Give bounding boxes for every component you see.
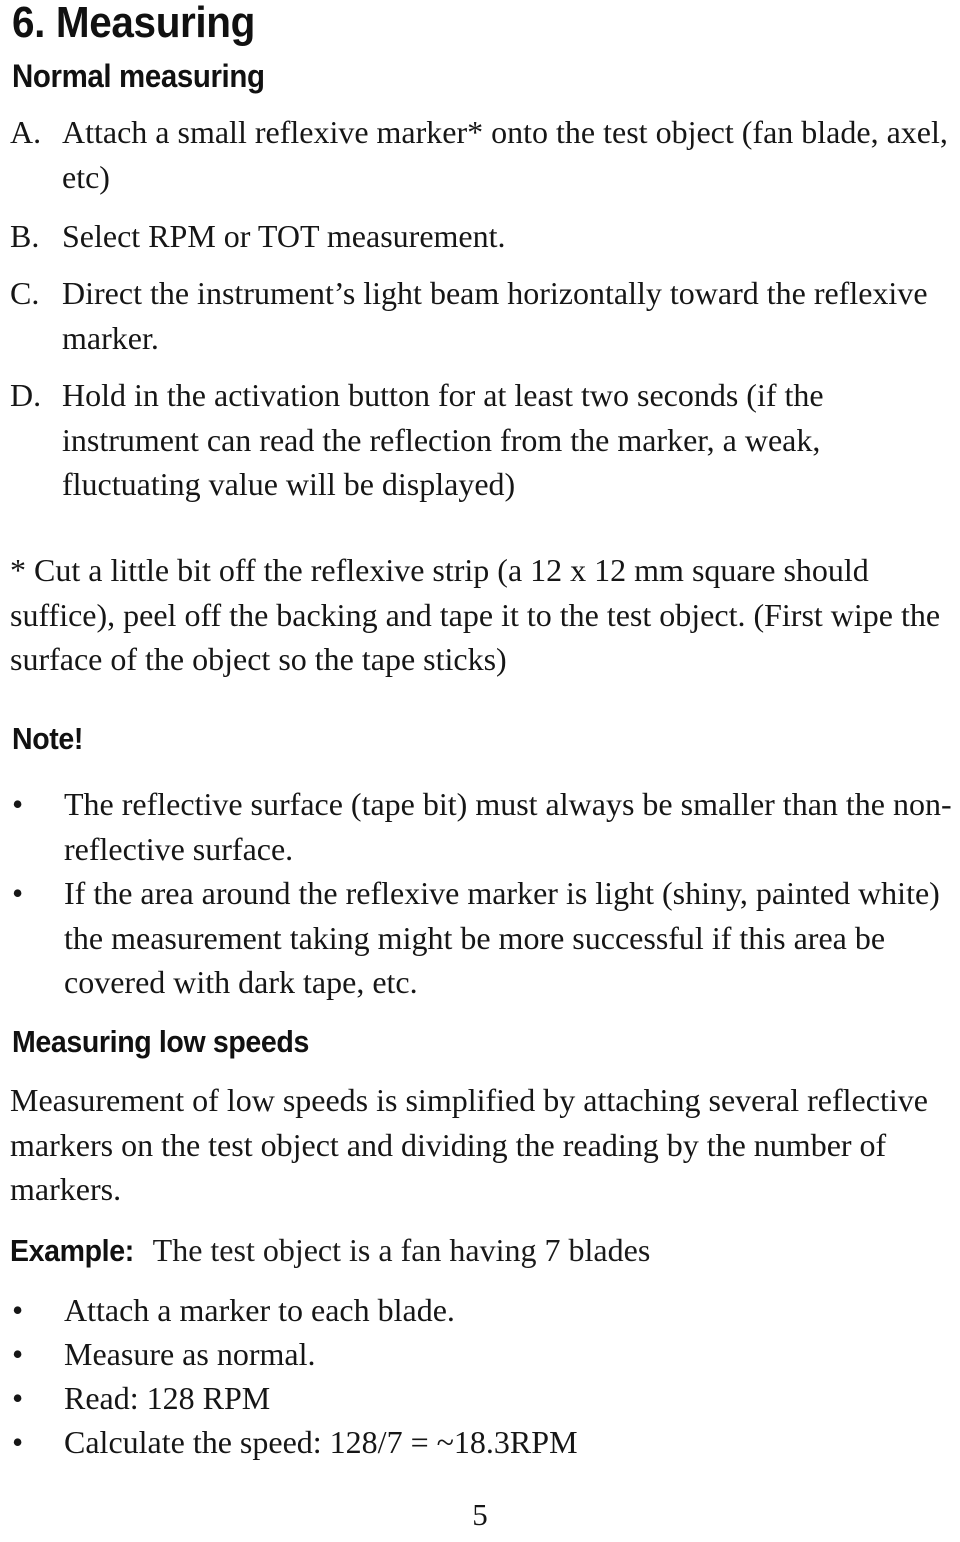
bullet-icon: • xyxy=(12,786,24,822)
example-list-item-1: • Attach a marker to each blade. xyxy=(10,1288,954,1333)
step-text-b: Select RPM or TOT measurement. xyxy=(62,218,506,254)
example-list-item-3-text: Read: 128 RPM xyxy=(64,1380,271,1416)
example-intro-text: The test object is a fan having 7 blades xyxy=(152,1232,651,1268)
note-list-item-1-text: The reflective surface (tape bit) must a… xyxy=(64,786,952,867)
bullet-icon: • xyxy=(12,1380,24,1416)
list-item-step-b: B. Select RPM or TOT measurement. xyxy=(10,214,954,259)
example-list-item-2-text: Measure as normal. xyxy=(64,1336,316,1372)
page-title: 6. Measuring xyxy=(12,0,256,47)
list-item-step-a: A. Attach a small reflexive marker* onto… xyxy=(10,110,954,199)
step-text-d: Hold in the activation button for at lea… xyxy=(62,377,824,502)
footnote-paragraph: * Cut a little bit off the reflexive str… xyxy=(10,552,941,677)
section-heading-measuring-low-speeds: Measuring low speeds xyxy=(12,1024,309,1059)
note-heading: Note! xyxy=(12,721,84,756)
example-list-item-2: • Measure as normal. xyxy=(10,1332,954,1377)
low-speeds-paragraph: Measurement of low speeds is simplified … xyxy=(10,1082,928,1207)
bullet-icon: • xyxy=(12,1336,24,1372)
bullet-icon: • xyxy=(12,1292,24,1328)
note-list-item-2: • If the area around the reflexive marke… xyxy=(10,871,954,1005)
list-item-step-d: D. Hold in the activation button for at … xyxy=(10,373,954,507)
bullet-icon: • xyxy=(12,1424,24,1460)
step-marker-b: B. xyxy=(10,218,40,254)
example-intro-line: Example: The test object is a fan having… xyxy=(10,1232,958,1269)
page-number: 5 xyxy=(472,1497,488,1532)
example-label: Example: xyxy=(10,1233,134,1268)
list-item-step-c: C. Direct the instrument’s light beam ho… xyxy=(10,271,954,360)
bullet-icon: • xyxy=(12,875,24,911)
step-text-c: Direct the instrument’s light beam horiz… xyxy=(62,275,928,356)
note-list-item-2-text: If the area around the reflexive marker … xyxy=(64,875,940,1000)
note-list-item-1: • The reflective surface (tape bit) must… xyxy=(10,782,954,871)
section-heading-normal-measuring: Normal measuring xyxy=(12,58,265,94)
example-list-item-3: • Read: 128 RPM xyxy=(10,1376,954,1421)
step-text-a: Attach a small reflexive marker* onto th… xyxy=(62,114,948,195)
document-page: 6. Measuring Normal measuring A. Attach … xyxy=(0,0,960,1542)
example-list-item-4: • Calculate the speed: 128/7 = ~18.3RPM xyxy=(10,1420,954,1465)
example-list-item-4-text: Calculate the speed: 128/7 = ~18.3RPM xyxy=(64,1424,578,1460)
example-list-item-1-text: Attach a marker to each blade. xyxy=(64,1292,455,1328)
step-marker-a: A. xyxy=(10,114,42,150)
step-marker-c: C. xyxy=(10,275,40,311)
step-marker-d: D. xyxy=(10,377,42,413)
